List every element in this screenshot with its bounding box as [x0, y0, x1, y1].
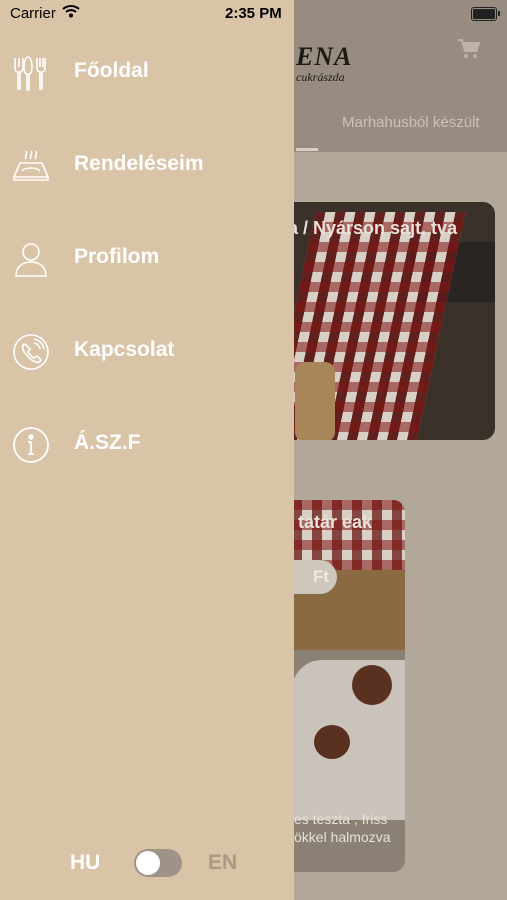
cutlery-icon: [14, 56, 46, 91]
product-image-meat: [314, 725, 350, 759]
cart-icon[interactable]: [457, 38, 481, 60]
price-badge: Ft: [292, 560, 337, 594]
menu-item-home[interactable]: Főoldal: [0, 42, 294, 102]
category-tab[interactable]: Marhahusból készült: [342, 114, 480, 131]
menu-label: Á.SZ.F: [74, 431, 141, 454]
app-logo: ENA: [296, 42, 353, 71]
product-description: es teszta , friss ökkel halmozva: [294, 811, 391, 845]
menu-label: Rendeléseim: [74, 152, 204, 175]
info-icon: [13, 427, 49, 463]
food-tray-icon: [12, 150, 50, 181]
product-title: a / Nyárson sajt, tva: [288, 218, 458, 238]
language-toggle[interactable]: [134, 849, 182, 877]
carrier-label: Carrier: [10, 5, 56, 22]
status-time: 2:35 PM: [225, 5, 282, 22]
language-hu-label: HU: [70, 851, 101, 874]
phone-icon: [13, 334, 49, 370]
battery-icon: [471, 7, 500, 21]
menu-item-contact[interactable]: Kapcsolat: [0, 321, 294, 381]
menu-item-profile[interactable]: Profilom: [0, 228, 294, 288]
profile-icon: [15, 243, 47, 277]
menu-label: Kapcsolat: [74, 338, 175, 361]
tab-indicator: [296, 148, 318, 151]
product-image-food: [295, 362, 335, 440]
side-drawer: Főoldal Rendeléseim Profilom Kapcsolat Á…: [0, 0, 294, 900]
menu-item-terms[interactable]: Á.SZ.F: [0, 414, 294, 474]
menu-item-orders[interactable]: Rendeléseim: [0, 135, 294, 195]
toggle-knob: [136, 851, 160, 875]
app-logo-subtitle: cukrászda: [296, 70, 345, 84]
language-en-label: EN: [208, 851, 238, 874]
wifi-icon: [62, 5, 80, 18]
product-title: tatár eak: [298, 512, 373, 532]
product-image-meat: [352, 665, 392, 705]
menu-label: Profilom: [74, 245, 160, 268]
status-bar: Carrier 2:35 PM: [0, 0, 507, 28]
menu-label: Főoldal: [74, 59, 149, 82]
